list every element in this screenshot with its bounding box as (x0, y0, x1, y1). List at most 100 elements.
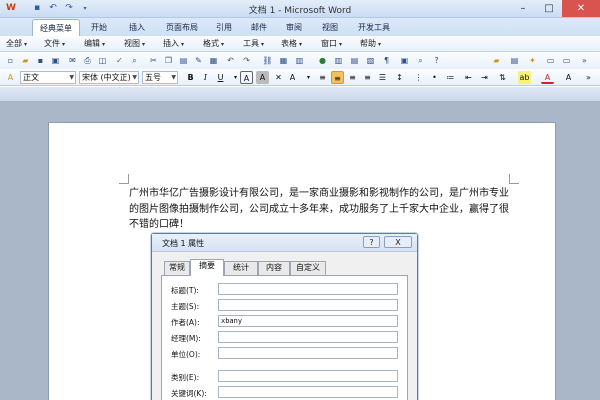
increase-indent-icon[interactable]: ⇥ (478, 71, 491, 84)
highlight-icon[interactable]: ab (518, 71, 531, 84)
underline-button[interactable]: U (214, 71, 227, 84)
tab-references[interactable]: 引用 (210, 19, 238, 36)
tables-borders-icon[interactable]: ▦ (277, 54, 290, 67)
minimize-button[interactable]: – (510, 0, 536, 17)
character-shading-button[interactable]: A (256, 71, 269, 84)
author-field[interactable]: xbany (218, 315, 398, 327)
tab-review[interactable]: 审阅 (280, 19, 308, 36)
drawing-icon[interactable]: ▤ (348, 54, 361, 67)
menu-edit[interactable]: 编辑 ▾ (84, 38, 105, 51)
borders-icon[interactable]: ▭ (560, 54, 573, 67)
insert-picture-icon[interactable]: ● (316, 54, 329, 67)
email-icon[interactable]: ✉ (66, 54, 79, 67)
menu-help[interactable]: 帮助 ▾ (360, 38, 381, 51)
align-right-icon[interactable]: ≡ (346, 71, 359, 84)
research-icon[interactable]: ⌕ (128, 54, 141, 67)
print-preview-icon[interactable]: ◫ (96, 54, 109, 67)
dialog-tab-custom[interactable]: 自定义 (290, 261, 326, 275)
toolbar-options-icon[interactable]: » (578, 54, 591, 67)
company-field[interactable] (218, 347, 398, 359)
help-icon[interactable]: ? (430, 54, 443, 67)
decrease-indent-icon[interactable]: ⇤ (462, 71, 475, 84)
title-field[interactable] (218, 283, 398, 295)
outline-icon[interactable]: ▭ (544, 54, 557, 67)
font-combo[interactable]: 宋体 (中文正) ▼ (79, 71, 139, 84)
show-hide-icon[interactable]: ¶ (380, 54, 393, 67)
document-map-icon[interactable]: ▧ (364, 54, 377, 67)
bold-button[interactable]: B (184, 71, 197, 84)
tab-home[interactable]: 开始 (84, 19, 114, 36)
paste-icon[interactable]: ▤ (177, 54, 190, 67)
tab-developer[interactable]: 开发工具 (353, 19, 395, 36)
dialog-close-button[interactable]: X (384, 236, 412, 248)
subject-field[interactable] (218, 299, 398, 311)
italic-button[interactable]: I (199, 71, 212, 84)
reading-layout-icon[interactable]: ▣ (398, 54, 411, 67)
font-size-combo[interactable]: 五号 ▼ (142, 71, 178, 84)
font-color-a-dropdown-icon[interactable]: ▾ (302, 71, 315, 84)
sort-icon[interactable]: ⇅ (496, 71, 509, 84)
zoom-icon[interactable]: ⌕ (414, 54, 427, 67)
align-center-icon[interactable]: ≡ (331, 71, 344, 84)
format-painter-icon[interactable]: ✎ (192, 54, 205, 67)
print-icon[interactable]: ⎙ (81, 54, 94, 67)
bullets-icon[interactable]: • (428, 71, 441, 84)
tab-insert[interactable]: 插入 (122, 19, 152, 36)
menu-window[interactable]: 窗口 ▾ (321, 38, 342, 51)
title-field-label: 标题(T): (171, 286, 199, 295)
tab-page-layout[interactable]: 页面布局 (160, 19, 204, 36)
character-scaling-icon[interactable]: ✕ (272, 71, 285, 84)
paste-special-icon[interactable]: ▦ (207, 54, 220, 67)
permission-icon[interactable]: ▣ (49, 54, 62, 67)
insert-table-icon[interactable]: ▥ (293, 54, 306, 67)
toolbar-more-icon[interactable]: » (582, 71, 595, 84)
columns-icon[interactable]: ▥ (332, 54, 345, 67)
open-folder-icon[interactable]: ▰ (19, 54, 32, 67)
style-icon[interactable]: ✦ (526, 54, 539, 67)
undo-icon[interactable]: ↶ (224, 54, 237, 67)
style-combo[interactable]: 正文 ▼ (20, 71, 76, 84)
numbering-icon[interactable]: ⋮ (412, 71, 425, 84)
menu-file[interactable]: 文件 ▾ (44, 38, 65, 51)
menu-view[interactable]: 视图 ▾ (124, 38, 145, 51)
category-field[interactable] (218, 370, 398, 382)
menu-format[interactable]: 格式 ▾ (203, 38, 224, 51)
dialog-tab-general[interactable]: 常规 (164, 261, 190, 275)
view-icon[interactable]: ▤ (508, 54, 521, 67)
menu-table[interactable]: 表格 ▾ (281, 38, 302, 51)
dialog-tab-summary[interactable]: 摘要 (190, 259, 224, 276)
multilevel-list-icon[interactable]: ≔ (444, 71, 457, 84)
character-border-button[interactable]: A (240, 71, 253, 84)
copy-icon[interactable]: ❐ (162, 54, 175, 67)
hyperlink-icon[interactable]: ⛓ (261, 54, 274, 67)
document-paragraph[interactable]: 广州市华亿广告摄影设计有限公司，是一家商业摄影和影视制作的公司，是广州市专业的图… (129, 186, 509, 233)
menu-all[interactable]: 全部 ▾ (6, 38, 27, 51)
folder-icon[interactable]: ▰ (490, 54, 503, 67)
line-spacing-icon[interactable]: ↕ (393, 71, 406, 84)
tab-mailings[interactable]: 邮件 (245, 19, 273, 36)
dialog-tab-statistics[interactable]: 统计 (224, 261, 258, 275)
menu-tools[interactable]: 工具 ▾ (243, 38, 264, 51)
align-left-icon[interactable]: ≡ (316, 71, 329, 84)
tab-classic-menu[interactable]: 经典菜单 (32, 19, 80, 36)
spelling-icon[interactable]: ✓ (113, 54, 126, 67)
close-button[interactable]: ✕ (562, 0, 600, 17)
save-icon[interactable]: ▪ (34, 54, 47, 67)
justify-icon[interactable]: ≡ (361, 71, 374, 84)
keywords-field[interactable] (218, 386, 398, 398)
maximize-button[interactable]: □ (536, 0, 562, 17)
distributed-icon[interactable]: ☰ (376, 71, 389, 84)
change-case-icon[interactable]: A (562, 71, 575, 84)
manager-field[interactable] (218, 331, 398, 343)
menu-insert[interactable]: 插入 ▾ (163, 38, 184, 51)
dialog-help-button[interactable]: ? (363, 236, 380, 248)
tab-view[interactable]: 视图 (316, 19, 344, 36)
company-field-label: 单位(O): (171, 350, 201, 359)
styles-pane-icon[interactable]: A (4, 71, 17, 84)
dialog-tab-contents[interactable]: 内容 (258, 261, 290, 275)
cut-icon[interactable]: ✂ (147, 54, 160, 67)
font-color-icon[interactable]: A (541, 71, 554, 84)
font-color-a-button[interactable]: A (286, 71, 299, 84)
redo-icon[interactable]: ↷ (240, 54, 253, 67)
new-document-icon[interactable]: ▫ (4, 54, 17, 67)
